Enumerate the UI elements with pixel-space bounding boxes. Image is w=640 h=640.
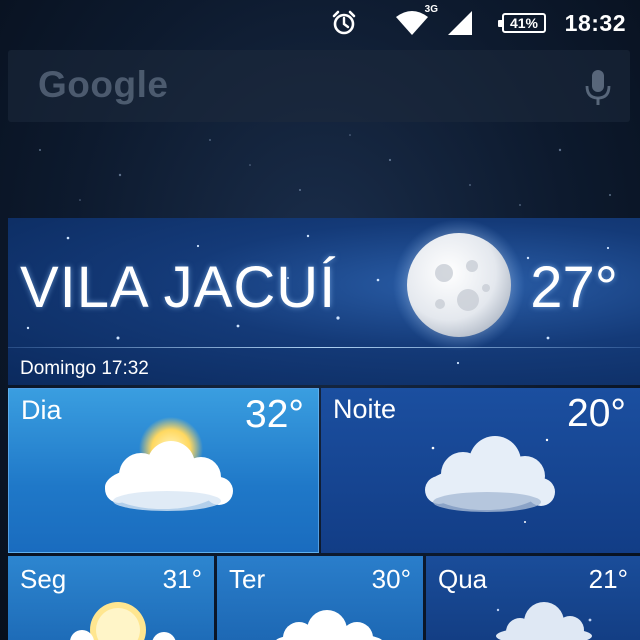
status-bar: 3G 41% 18:32 bbox=[0, 0, 640, 46]
forecast-day[interactable]: Seg 31° bbox=[8, 556, 214, 640]
moon-icon bbox=[393, 219, 525, 351]
battery-level: 41% bbox=[509, 15, 539, 31]
forecast-day-temp: 21° bbox=[588, 564, 628, 594]
day-temperature: 32° bbox=[245, 393, 304, 436]
current-temperature: 27° bbox=[530, 255, 618, 320]
signal-icon bbox=[446, 0, 474, 46]
forecast-day-label: Ter bbox=[229, 564, 266, 594]
forecast-day-label: Qua bbox=[438, 564, 488, 594]
network-type-label: 3G bbox=[424, 4, 438, 15]
forecast-day[interactable]: Qua 21° bbox=[426, 556, 640, 640]
storm-cloud-icon bbox=[496, 602, 592, 640]
cloudy-night-icon bbox=[425, 436, 555, 523]
date-time-label: Domingo 17:32 bbox=[20, 358, 149, 379]
google-logo: Google bbox=[38, 64, 169, 105]
clock-time: 18:32 bbox=[564, 9, 626, 36]
google-search-bar[interactable]: Google bbox=[8, 50, 630, 122]
today-night-panel[interactable]: Noite 20° bbox=[321, 388, 640, 553]
cloud-icon bbox=[276, 610, 382, 640]
forecast-day-temp: 31° bbox=[162, 564, 202, 594]
today-day-panel[interactable]: Dia 32° bbox=[8, 388, 319, 553]
weather-current[interactable]: VILA JACUÍ 27° Domingo 17:32 bbox=[8, 218, 640, 385]
forecast-day[interactable]: Ter 30° bbox=[217, 556, 423, 640]
battery-icon: 41% bbox=[498, 0, 546, 46]
forecast-day-label: Seg bbox=[20, 564, 67, 594]
night-temperature: 20° bbox=[567, 392, 626, 435]
city-name: VILA JACUÍ bbox=[20, 255, 337, 320]
hero-divider bbox=[8, 347, 640, 348]
sun-cloud-icon bbox=[70, 602, 176, 640]
mic-icon[interactable] bbox=[584, 68, 612, 106]
weather-widget[interactable]: VILA JACUÍ 27° Domingo 17:32 Dia 32° Noi… bbox=[8, 218, 640, 640]
night-label: Noite bbox=[333, 394, 397, 424]
forecast-day-temp: 30° bbox=[371, 564, 411, 594]
alarm-icon bbox=[330, 0, 358, 46]
day-label: Dia bbox=[21, 395, 62, 425]
partly-cloudy-sun-icon bbox=[105, 417, 233, 511]
